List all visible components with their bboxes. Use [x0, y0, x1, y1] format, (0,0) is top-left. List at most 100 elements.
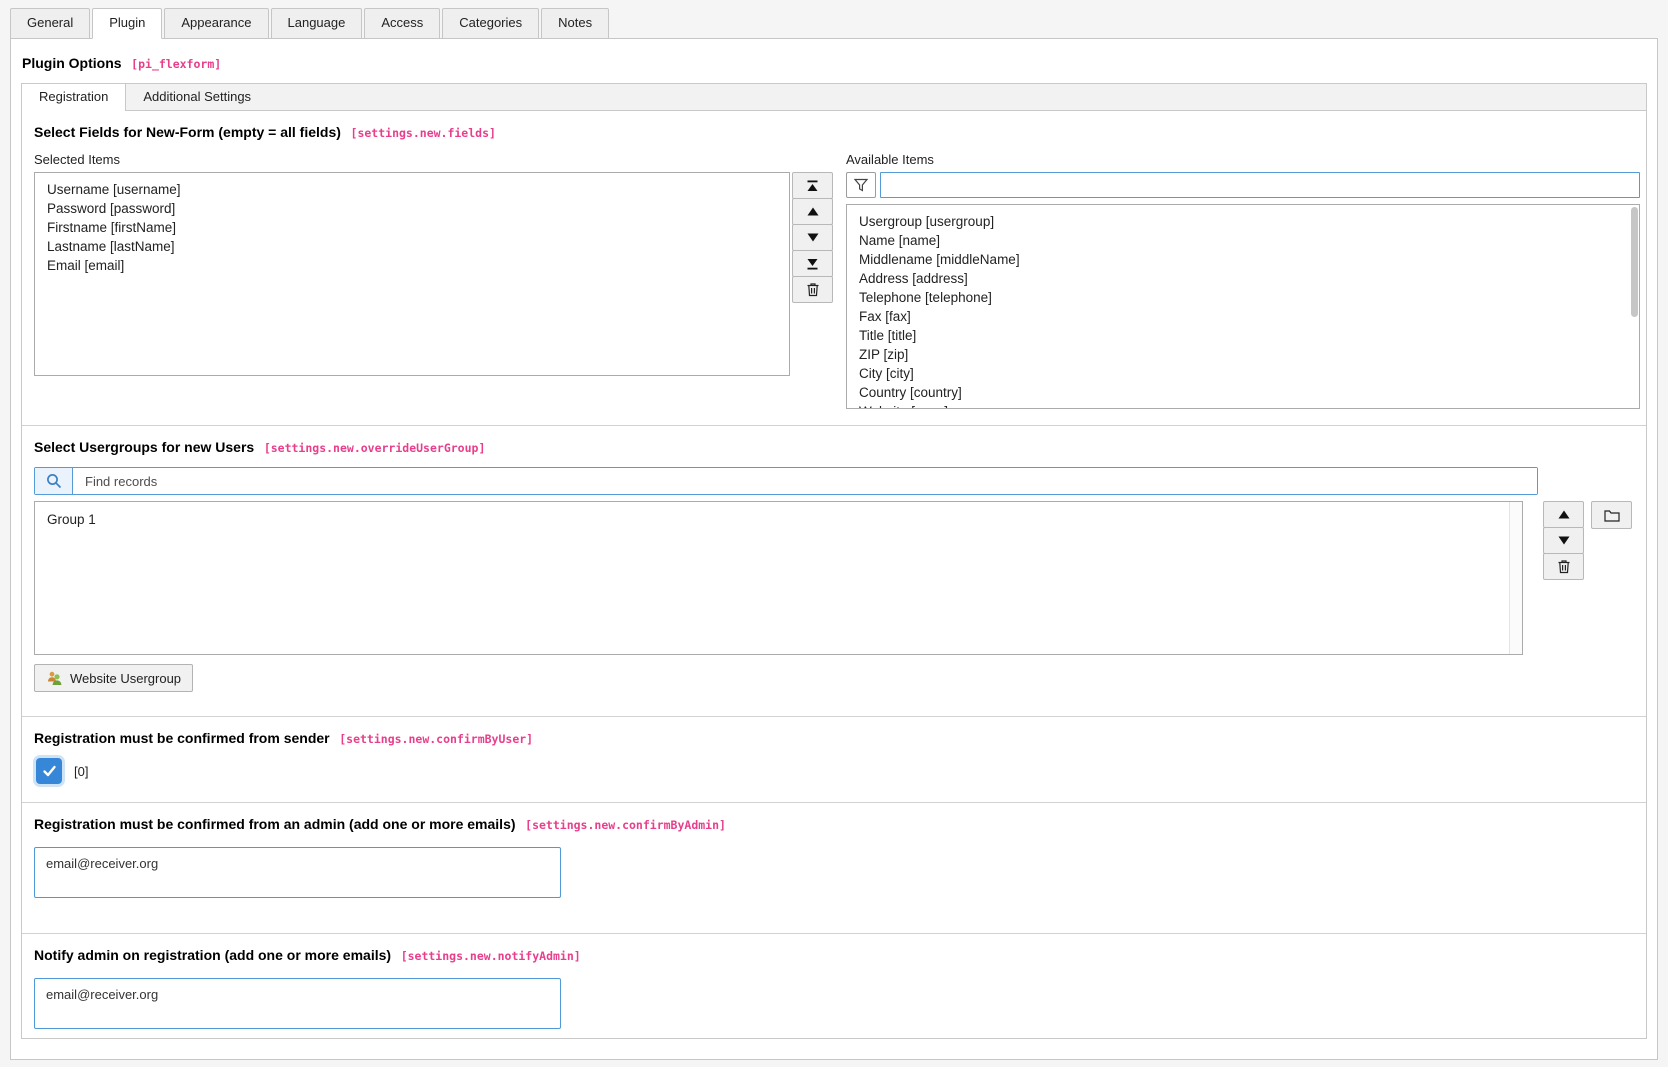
website-usergroup-button[interactable]: Website Usergroup — [34, 664, 193, 692]
available-item-option[interactable]: City [city] — [859, 364, 1639, 383]
available-item-option[interactable]: ZIP [zip] — [859, 345, 1639, 364]
available-item-option[interactable]: Middlename [middleName] — [859, 250, 1639, 269]
section-confirm-by-user: Registration must be confirmed from send… — [22, 716, 1646, 802]
available-items-scrollbar-thumb[interactable] — [1631, 207, 1638, 317]
usergroups-list[interactable]: Group 1 — [34, 501, 1523, 655]
confirm-by-user-heading: Registration must be confirmed from send… — [34, 730, 1634, 746]
available-item-option[interactable]: Country [country] — [859, 383, 1639, 402]
tab-plugin[interactable]: Plugin — [92, 8, 162, 39]
notify-admin-heading-text: Notify admin on registration (add one or… — [34, 947, 391, 963]
available-item-option[interactable]: Telephone [telephone] — [859, 288, 1639, 307]
selected-item-option[interactable]: Firstname [firstName] — [47, 218, 789, 237]
available-items-filter-input[interactable] — [880, 172, 1640, 198]
browse-records-button[interactable] — [1591, 501, 1632, 529]
section-usergroups: Select Usergroups for new Users [setting… — [22, 425, 1646, 716]
section-notify-admin: Notify admin on registration (add one or… — [22, 933, 1646, 1038]
select-fields-code: [settings.new.fields] — [351, 126, 496, 140]
move-to-bottom-button[interactable] — [792, 250, 833, 277]
tab-appearance[interactable]: Appearance — [164, 8, 268, 39]
group-remove-button[interactable] — [1543, 553, 1584, 580]
available-item-option[interactable]: Title [title] — [859, 326, 1639, 345]
website-usergroup-label: Website Usergroup — [70, 671, 181, 686]
tab-language[interactable]: Language — [271, 8, 363, 39]
filter-toggle-button[interactable] — [846, 172, 876, 198]
available-item-option[interactable]: Fax [fax] — [859, 307, 1639, 326]
select-fields-heading-text: Select Fields for New-Form (empty = all … — [34, 124, 341, 140]
usergroup-icon — [46, 671, 63, 686]
tab-general[interactable]: General — [10, 8, 90, 39]
available-item-option[interactable]: Name [name] — [859, 231, 1639, 250]
arrow-up-icon — [807, 207, 819, 216]
group-move-up-button[interactable] — [1543, 501, 1584, 528]
available-items-label: Available Items — [846, 152, 1640, 172]
arrow-down-icon — [807, 233, 819, 242]
search-icon — [46, 473, 62, 489]
usergroup-items: Group 1 — [35, 502, 1522, 529]
selected-items-controls — [792, 172, 833, 303]
confirm-by-user-checkbox-label: [0] — [74, 764, 88, 779]
form-engine-page: General Plugin Appearance Language Acces… — [0, 0, 1668, 1060]
selected-item-option[interactable]: Username [username] — [47, 180, 789, 199]
usergroups-scrollbar-track[interactable] — [1509, 502, 1522, 654]
find-records-input[interactable] — [73, 468, 1537, 494]
confirm-by-admin-code: [settings.new.confirmByAdmin] — [525, 818, 726, 832]
tab-categories[interactable]: Categories — [442, 8, 539, 39]
usergroups-heading: Select Usergroups for new Users [setting… — [34, 439, 1640, 455]
remove-selected-button[interactable] — [792, 276, 833, 303]
selected-items-list[interactable]: Username [username]Password [password]Fi… — [34, 172, 790, 376]
checkmark-icon — [42, 764, 57, 778]
available-item-option[interactable]: Address [address] — [859, 269, 1639, 288]
confirm-by-admin-heading: Registration must be confirmed from an a… — [34, 816, 1634, 832]
selected-item-option[interactable]: Lastname [lastName] — [47, 237, 789, 256]
arrow-to-bottom-icon — [806, 258, 819, 270]
trash-icon — [806, 282, 820, 297]
usergroup-option[interactable]: Group 1 — [47, 510, 1522, 529]
tab-additional-settings[interactable]: Additional Settings — [126, 84, 268, 110]
arrow-to-top-icon — [806, 180, 819, 192]
arrow-down-icon — [1558, 536, 1570, 545]
group-move-down-button[interactable] — [1543, 527, 1584, 554]
trash-icon — [1557, 559, 1571, 574]
confirm-by-user-code: [settings.new.confirmByUser] — [339, 732, 533, 746]
tab-notes[interactable]: Notes — [541, 8, 609, 39]
section-select-fields: Select Fields for New-Form (empty = all … — [22, 111, 1646, 425]
selected-items-column: Selected Items Username [username]Passwo… — [34, 152, 790, 376]
registration-sheet: Select Fields for New-Form (empty = all … — [21, 110, 1647, 1039]
available-item-option[interactable]: Usergroup [usergroup] — [859, 212, 1639, 231]
available-items-list[interactable]: Usergroup [usergroup]Name [name]Middlena… — [846, 204, 1640, 409]
tab-access[interactable]: Access — [364, 8, 440, 39]
plugin-options-title: Plugin Options [pi_flexform] — [22, 55, 1647, 73]
notify-admin-code: [settings.new.notifyAdmin] — [401, 949, 581, 963]
confirm-by-user-heading-text: Registration must be confirmed from send… — [34, 730, 330, 746]
funnel-icon — [854, 178, 868, 192]
arrow-up-icon — [1558, 510, 1570, 519]
usergroups-heading-text: Select Usergroups for new Users — [34, 439, 254, 455]
plugin-tab-panel: Plugin Options [pi_flexform] Registratio… — [10, 38, 1658, 1060]
available-items-column: Available Items Usergroup [usergroup]Nam… — [846, 152, 1640, 409]
move-up-button[interactable] — [792, 198, 833, 225]
move-down-button[interactable] — [792, 224, 833, 251]
plugin-options-label: Plugin Options — [22, 55, 122, 71]
tab-registration[interactable]: Registration — [22, 84, 126, 111]
available-item-option[interactable]: Website [www] — [859, 402, 1639, 409]
confirm-by-admin-email-input[interactable]: email@receiver.org — [34, 847, 561, 898]
notify-admin-email-input[interactable]: email@receiver.org — [34, 978, 561, 1029]
usergroups-controls — [1543, 501, 1584, 580]
plugin-options-code: [pi_flexform] — [131, 57, 221, 71]
available-items: Usergroup [usergroup]Name [name]Middlena… — [847, 205, 1639, 409]
notify-admin-heading: Notify admin on registration (add one or… — [34, 947, 1634, 963]
search-icon-cell — [35, 468, 73, 494]
selected-item-option[interactable]: Password [password] — [47, 199, 789, 218]
folder-icon — [1604, 509, 1620, 522]
select-fields-heading: Select Fields for New-Form (empty = all … — [34, 124, 1640, 140]
confirm-by-user-checkbox[interactable] — [36, 758, 62, 784]
find-records-bar — [34, 467, 1538, 495]
flexform-tab-bar: Registration Additional Settings — [21, 83, 1647, 110]
section-confirm-by-admin: Registration must be confirmed from an a… — [22, 802, 1646, 933]
record-browser-column — [1591, 501, 1632, 529]
confirm-by-admin-heading-text: Registration must be confirmed from an a… — [34, 816, 516, 832]
usergroups-code: [settings.new.overrideUserGroup] — [264, 441, 486, 455]
move-to-top-button[interactable] — [792, 172, 833, 199]
selected-item-option[interactable]: Email [email] — [47, 256, 789, 275]
available-items-filter-row — [846, 172, 1640, 198]
